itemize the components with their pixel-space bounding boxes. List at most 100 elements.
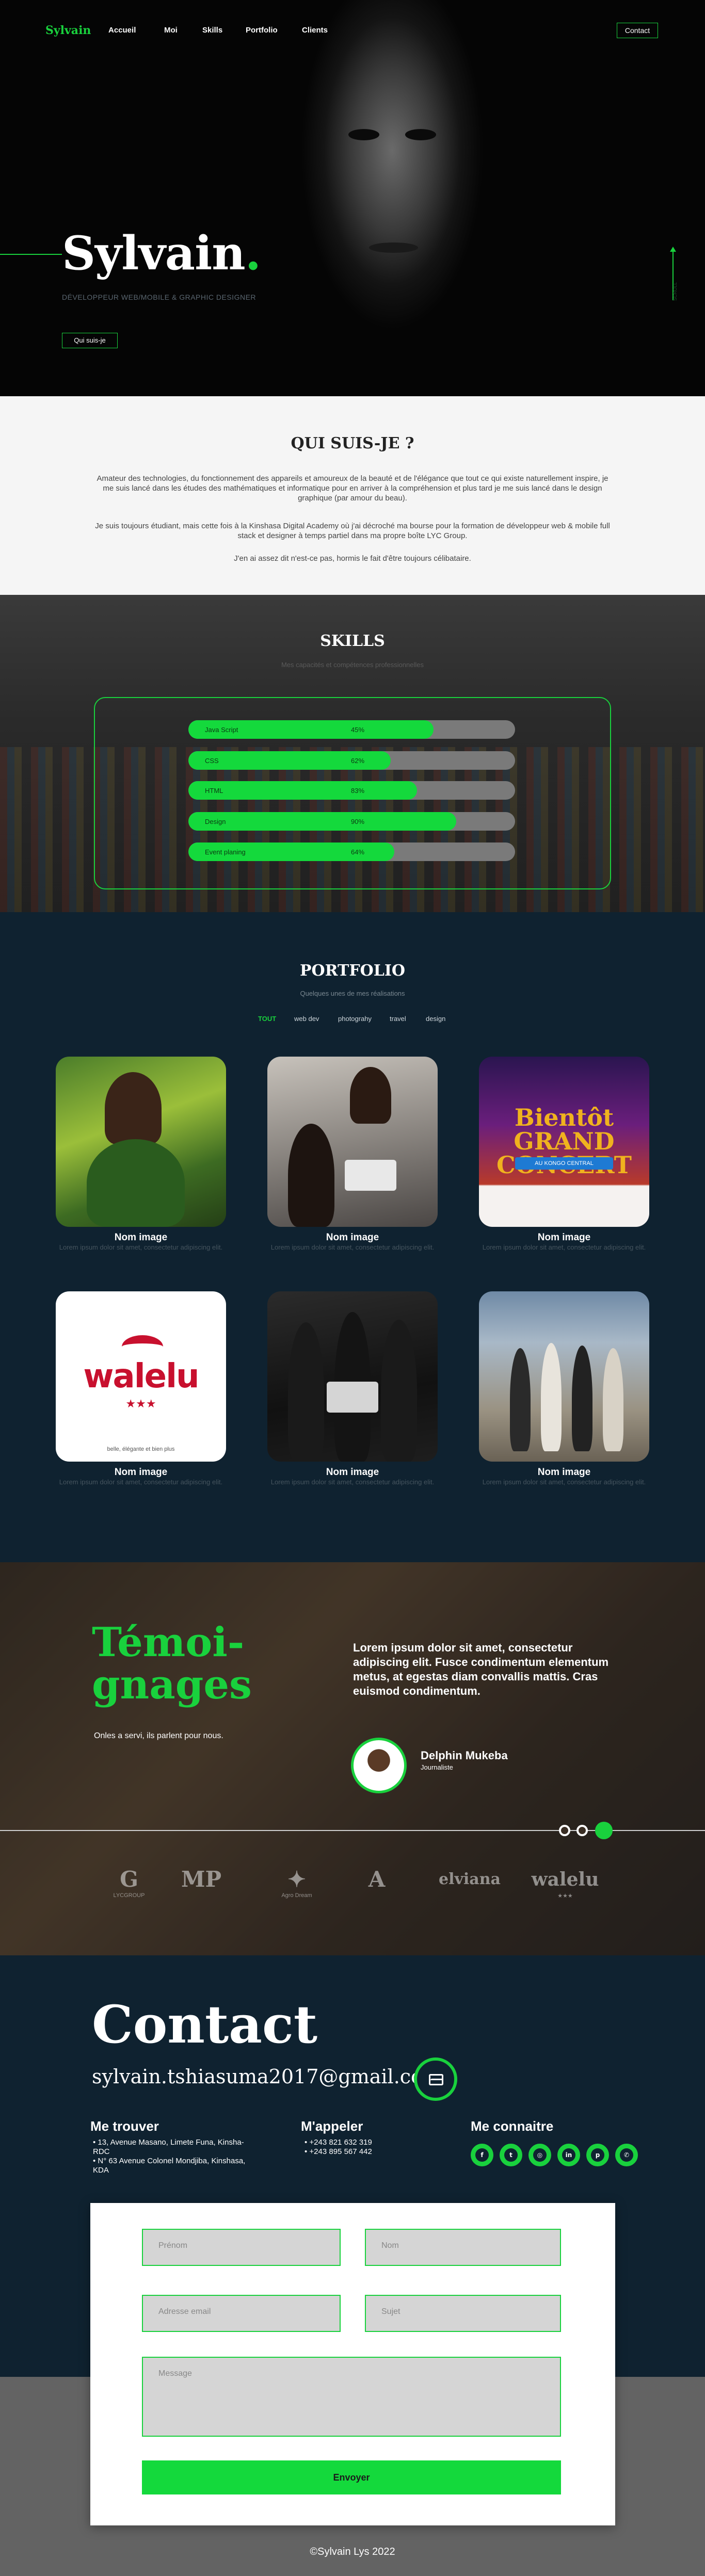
whatsapp-icon[interactable]: ✆ [615, 2144, 638, 2166]
email-field[interactable]: Adresse email [142, 2295, 341, 2332]
filter-design[interactable]: design [426, 1015, 445, 1023]
portfolio-card[interactable]: Nom image Lorem ipsum dolor sit amet, co… [56, 1057, 226, 1251]
filter-travel[interactable]: travel [390, 1015, 406, 1023]
testimonial-author-role: Journaliste [421, 1763, 453, 1771]
portfolio-card[interactable]: walelu ★★★ belle, élégante et bien plus … [56, 1291, 226, 1486]
who-am-i-button[interactable]: Qui suis-je [62, 333, 118, 348]
client-logo[interactable]: A [351, 1867, 403, 1913]
portfolio-item-desc: Lorem ipsum dolor sit amet, consectetur … [482, 1478, 646, 1486]
portfolio-item-name: Nom image [326, 1467, 379, 1478]
lastname-field[interactable]: Nom [365, 2229, 561, 2266]
portfolio-card[interactable]: Bientôt GRAND CONCERT AU KONGO CENTRAL N… [479, 1057, 649, 1251]
skill-bar-percent: 62% [351, 757, 365, 765]
portfolio-image[interactable]: walelu ★★★ belle, élégante et bien plus [56, 1291, 226, 1462]
client-logo-label: LYCGROUP [113, 1892, 145, 1899]
skills-section: SKILLS Mes capacités et compétences prof… [0, 595, 705, 912]
client-logo[interactable]: MP [168, 1867, 235, 1913]
testimonials-title-line: Témoi- [92, 1619, 245, 1666]
portfolio-item-name: Nom image [537, 1232, 591, 1243]
subject-field[interactable]: Sujet [365, 2295, 561, 2332]
portfolio-card[interactable]: Nom image Lorem ipsum dolor sit amet, co… [267, 1291, 438, 1486]
linkedin-icon[interactable]: in [557, 2144, 580, 2166]
firstname-field[interactable]: Prénom [142, 2229, 341, 2266]
phone-list: +243 821 632 319 +243 895 567 442 [305, 2138, 418, 2157]
portfolio-item-name: Nom image [326, 1232, 379, 1243]
nav-item-portfolio[interactable]: Portfolio [246, 26, 278, 35]
twitter-icon[interactable]: t [500, 2144, 522, 2166]
testimonials-title-line: gnages [92, 1661, 252, 1708]
portfolio-image[interactable] [267, 1291, 438, 1462]
portfolio-card[interactable]: Nom image Lorem ipsum dolor sit amet, co… [479, 1291, 649, 1486]
carousel-dot[interactable] [576, 1825, 588, 1836]
portrait-eye [405, 129, 436, 140]
hero-accent-line [0, 254, 62, 255]
pinterest-icon[interactable]: p [586, 2144, 609, 2166]
skill-bar-track: CSS 62% [188, 751, 515, 770]
skills-subtitle: Mes capacités et compétences professionn… [281, 661, 424, 669]
portrait-mouth [369, 242, 418, 253]
portfolio-card[interactable]: Nom image Lorem ipsum dolor sit amet, co… [267, 1057, 438, 1251]
portfolio-title: PORTFOLIO [299, 962, 406, 980]
client-logo[interactable]: ✦ Agro Dream [268, 1867, 325, 1913]
skill-bar-percent: 64% [351, 848, 365, 856]
portfolio-section: PORTFOLIO Quelques unes de mes réalisati… [0, 912, 705, 1562]
address-list: 13, Avenue Masano, Limete Funa, Kinsha-R… [93, 2138, 248, 2175]
portfolio-item-desc: Lorem ipsum dolor sit amet, consectetur … [270, 1478, 435, 1486]
site-logo[interactable]: Sylvain [45, 24, 91, 37]
portfolio-image[interactable]: Bientôt GRAND CONCERT AU KONGO CENTRAL [479, 1057, 649, 1227]
person-figure [381, 1320, 417, 1462]
filter-web-dev[interactable]: web dev [294, 1015, 319, 1023]
carousel-dot[interactable] [559, 1825, 570, 1836]
instagram-icon[interactable]: ◎ [528, 2144, 551, 2166]
skill-bar-label: Java Script [205, 726, 238, 734]
send-button[interactable]: Envoyer [142, 2460, 561, 2494]
skill-bar-fill [188, 812, 457, 831]
testimonial-quote: Lorem ipsum dolor sit amet, consectetur … [353, 1641, 609, 1697]
client-logo[interactable]: walelu ★★★ [526, 1867, 604, 1913]
hero-title-dot: . [245, 226, 261, 281]
person-figure [603, 1348, 623, 1451]
call-me-title: M'appeler [301, 2118, 363, 2134]
main-nav: Sylvain Accueil Moi Skills Portfolio Cli… [0, 0, 705, 62]
person-body [87, 1139, 185, 1227]
skill-bar-label: Event planing [205, 848, 246, 856]
hero-title-text: Sylvain [62, 226, 246, 281]
portfolio-image[interactable] [267, 1057, 438, 1227]
nav-item-accueil[interactable]: Accueil [108, 26, 136, 35]
skill-bar-track: Event planing 64% [188, 843, 515, 861]
about-paragraph: Amateur des technologies, du fonctionnem… [97, 474, 608, 503]
client-logo-mark: elviana [439, 1870, 501, 1888]
filter-photography[interactable]: photograhy [338, 1015, 372, 1023]
contact-form: Prénom Nom Adresse email Sujet Message E… [90, 2203, 615, 2525]
person-figure [572, 1346, 592, 1451]
filter-tout[interactable]: TOUT [258, 1015, 276, 1023]
client-logo-mark: ✦ [287, 1867, 306, 1892]
mail-icon[interactable] [414, 2057, 457, 2101]
nav-item-clients[interactable]: Clients [302, 26, 328, 35]
client-logo-mark: MP [181, 1867, 222, 1892]
address-item: N° 63 Avenue Colonel Mondjiba, Kinshasa,… [93, 2157, 248, 2175]
portfolio-image[interactable] [56, 1057, 226, 1227]
contact-email[interactable]: sylvain.tshiasuma2017@gmail.com [92, 2065, 441, 2088]
contact-section: Contact sylvain.tshiasuma2017@gmail.com … [0, 1955, 705, 2576]
client-logo-mark: A [368, 1867, 386, 1892]
client-logo[interactable]: G LYCGROUP [101, 1867, 157, 1913]
message-field[interactable]: Message [142, 2357, 561, 2437]
portfolio-image[interactable] [479, 1291, 649, 1462]
walelu-logo-flame [122, 1335, 163, 1358]
nav-item-skills[interactable]: Skills [202, 26, 222, 35]
client-logo[interactable]: elviana [436, 1867, 503, 1913]
about-section: QUI SUIS-JE ? Amateur des technologies, … [0, 396, 705, 595]
facebook-icon[interactable]: f [471, 2144, 493, 2166]
nav-contact-button[interactable]: Contact [617, 23, 658, 38]
person-figure [541, 1343, 562, 1451]
copyright: ©Sylvain Lys 2022 [310, 2546, 395, 2557]
carousel-dot-active[interactable] [595, 1822, 613, 1839]
person-figure [510, 1348, 531, 1451]
about-paragraph: Je suis toujours étudiant, mais cette fo… [95, 522, 610, 540]
find-me-title: Me trouver [90, 2118, 159, 2134]
phone-item[interactable]: +243 821 632 319 [305, 2138, 418, 2147]
skill-bar-percent: 83% [351, 787, 365, 795]
nav-item-moi[interactable]: Moi [164, 26, 178, 35]
phone-item[interactable]: +243 895 567 442 [305, 2147, 418, 2157]
